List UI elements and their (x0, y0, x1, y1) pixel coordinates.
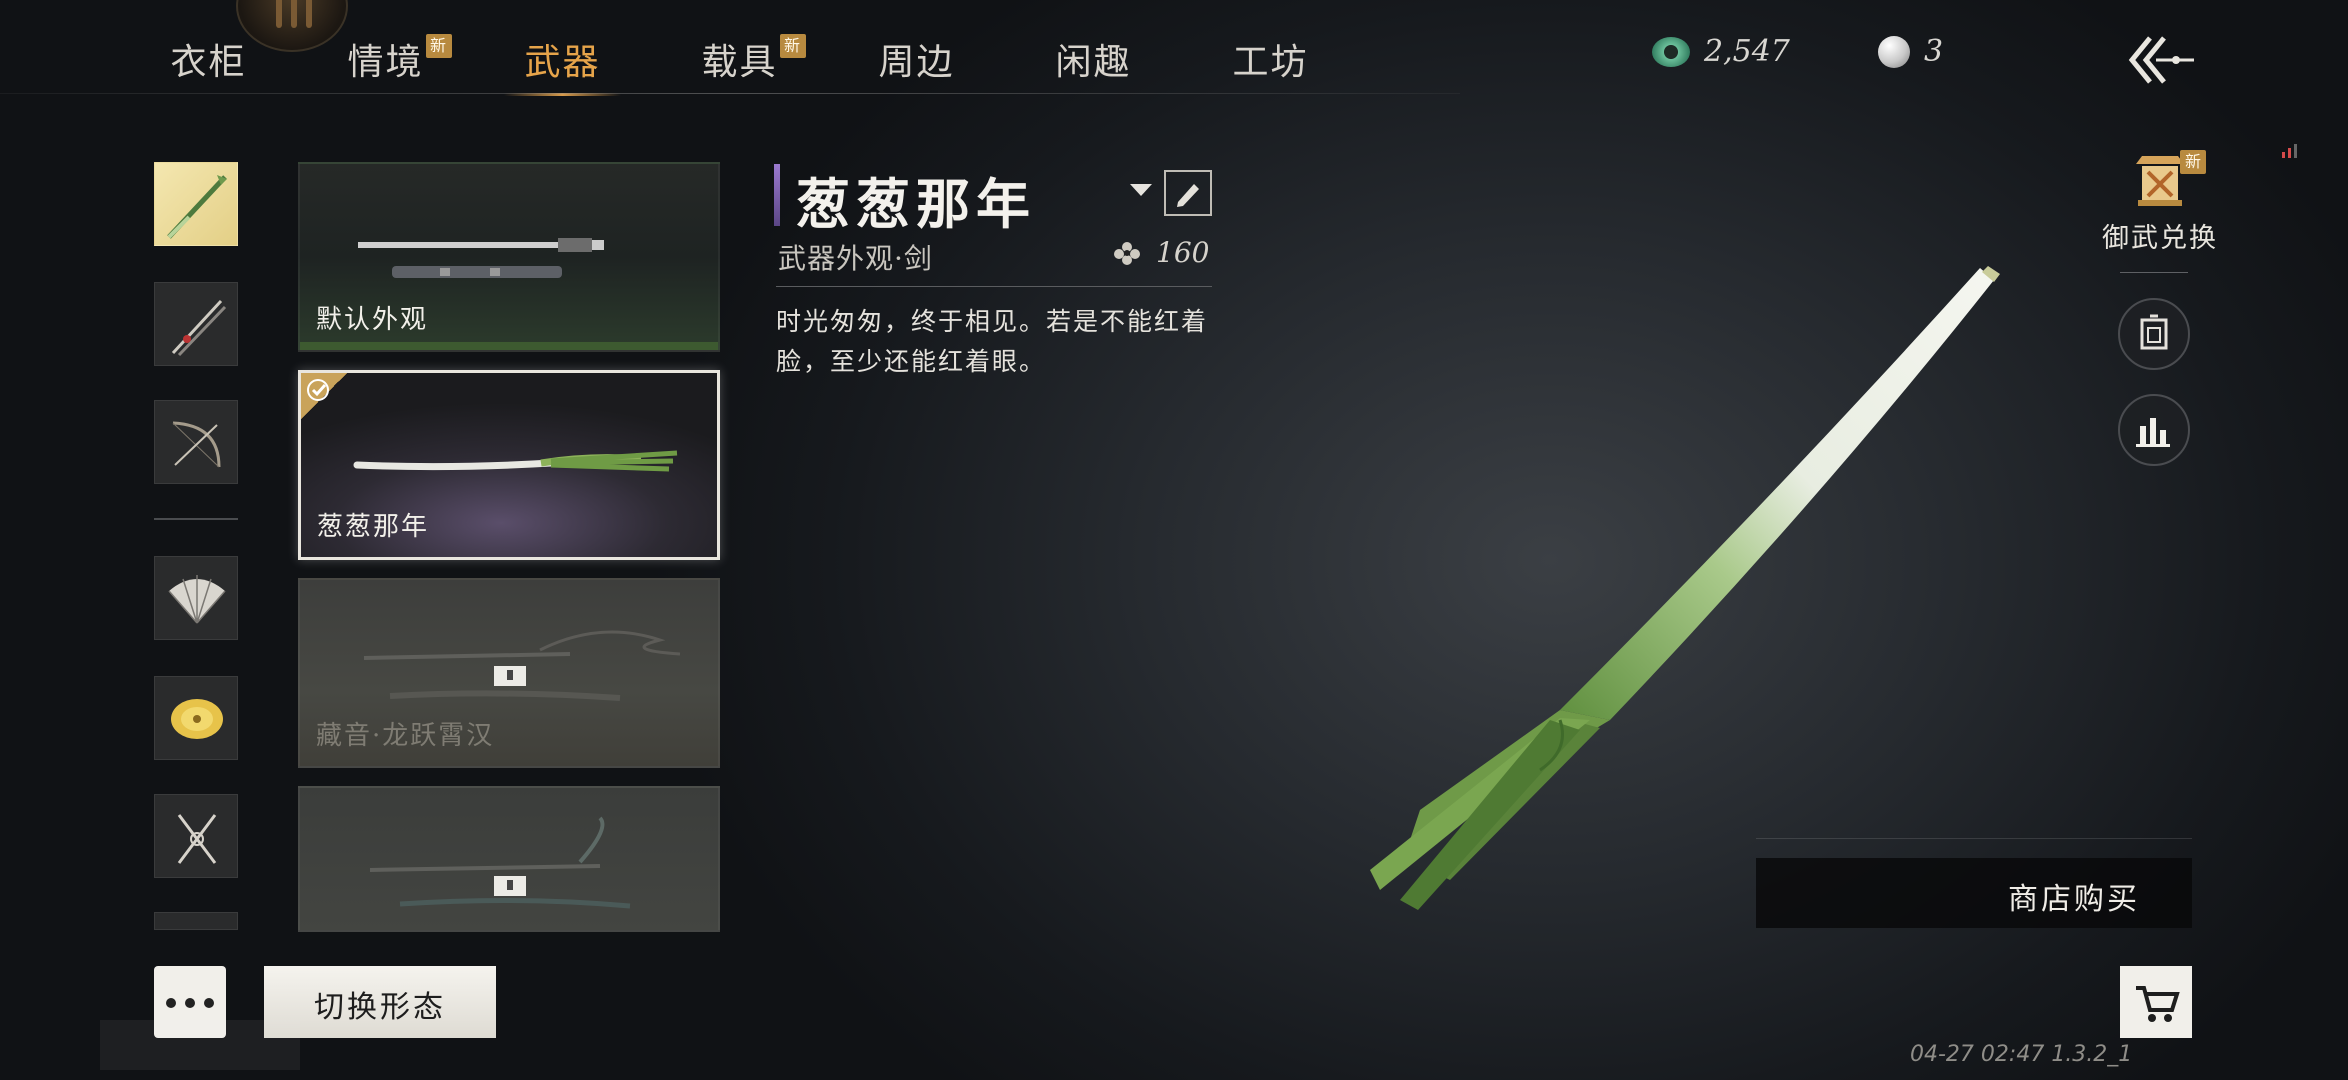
buy-divider (1756, 838, 2192, 839)
cart-icon (2136, 986, 2180, 1022)
back-arrow-icon[interactable] (2120, 30, 2200, 90)
new-badge: 新 (780, 34, 806, 58)
stats-button[interactable] (2118, 394, 2190, 466)
weapon-type-sword-icon[interactable] (154, 162, 238, 246)
nav-tab[interactable]: 闲趣 (1005, 30, 1182, 96)
nav-tab-label: 衣柜 (170, 42, 247, 83)
cart-button[interactable] (2120, 966, 2192, 1038)
dropdown-icon[interactable] (1130, 184, 1152, 196)
dot (185, 998, 195, 1008)
weapon-type-bow-icon[interactable] (154, 400, 238, 484)
new-badge: 新 (2180, 150, 2206, 174)
weapon-card-label: 默认外观 (316, 305, 429, 335)
edit-button[interactable] (1164, 170, 1212, 216)
dot (166, 998, 176, 1008)
weapon-title: 葱葱那年 (796, 172, 1036, 236)
weapon-card-default[interactable]: 默认外观 (298, 162, 720, 352)
weapon-card-scallion[interactable]: 葱葱那年 (298, 370, 720, 560)
nav-tab[interactable]: 情境新 (297, 30, 474, 96)
weapon-type-blade-icon[interactable] (154, 282, 238, 366)
title-accent-bar (774, 164, 780, 226)
signal-indicator (2282, 144, 2297, 158)
detail-divider (776, 286, 1212, 287)
lock-icon (494, 666, 526, 686)
pearl-icon (1878, 35, 1910, 68)
nav-tab-label: 武器 (524, 42, 601, 83)
weapon-type-more-icon[interactable] (154, 912, 238, 930)
weapon-card-label: 葱葱那年 (317, 512, 430, 542)
category-nav: 衣柜 情境新武器 载具新周边 闲趣 工坊 (120, 30, 1359, 96)
nav-tab[interactable]: 衣柜 (120, 30, 297, 96)
pearl-amount: 3 (1924, 34, 1944, 69)
nav-tab-label: 工坊 (1232, 42, 1309, 83)
category-divider (154, 518, 238, 520)
jade-currency: 2,547 (1652, 34, 1790, 69)
weapon-card-label: 藏音·龙跃霄汉 (316, 721, 495, 751)
pencil-icon (1177, 184, 1199, 207)
appearance-compare-button[interactable] (2118, 298, 2190, 370)
shop-buy-button[interactable]: 商店购买 (1756, 858, 2192, 928)
score-flower-icon (1114, 241, 1140, 265)
shop-buy-label: 商店购买 (2008, 882, 2140, 917)
weapon-type-umbrella-icon[interactable] (154, 676, 238, 760)
weapon-card-locked[interactable] (298, 786, 720, 932)
lock-icon (494, 876, 526, 896)
nav-tab[interactable]: 周边 (828, 30, 1005, 96)
blurred-watermark (100, 1020, 300, 1070)
jade-coin-icon (1652, 36, 1690, 67)
side-divider (2120, 272, 2188, 273)
appearance-score: 160 (1112, 236, 1209, 269)
nav-tab-label: 情境 (347, 42, 424, 83)
score-value: 160 (1156, 236, 1210, 269)
equipped-check-icon (301, 373, 347, 419)
jade-amount: 2,547 (1704, 34, 1790, 69)
weapon-subtitle: 武器外观·剑 (778, 242, 933, 275)
new-badge: 新 (426, 34, 452, 58)
weapon-exchange-button[interactable]: 新 御武兑换 (2100, 150, 2220, 255)
nav-tab[interactable]: 载具新 (651, 30, 828, 96)
weapon-description: 时光匆匆，终于相见。若是不能红着脸，至少还能红着眼。 (776, 307, 1209, 376)
nav-tab-label: 闲趣 (1055, 42, 1132, 83)
exchange-label: 御武兑换 (2102, 223, 2218, 254)
nav-divider (0, 93, 1460, 94)
frame-icon (2140, 314, 2168, 350)
weapon-type-dual-blade-icon[interactable] (154, 794, 238, 878)
nav-tab[interactable]: 武器 (474, 30, 651, 96)
nav-tab[interactable]: 工坊 (1182, 30, 1359, 96)
weapon-card-dragon[interactable]: 藏音·龙跃霄汉 (298, 578, 720, 768)
bar-chart-icon (2136, 418, 2170, 447)
dot (204, 998, 214, 1008)
version-info: 04-27 02:47 1.3.2_1 (1910, 1042, 2133, 1067)
nav-tab-label: 载具 (701, 42, 778, 83)
weapon-type-fan-icon[interactable] (154, 556, 238, 640)
nav-tab-label: 周边 (878, 42, 955, 83)
pearl-currency: 3 (1878, 34, 1943, 69)
